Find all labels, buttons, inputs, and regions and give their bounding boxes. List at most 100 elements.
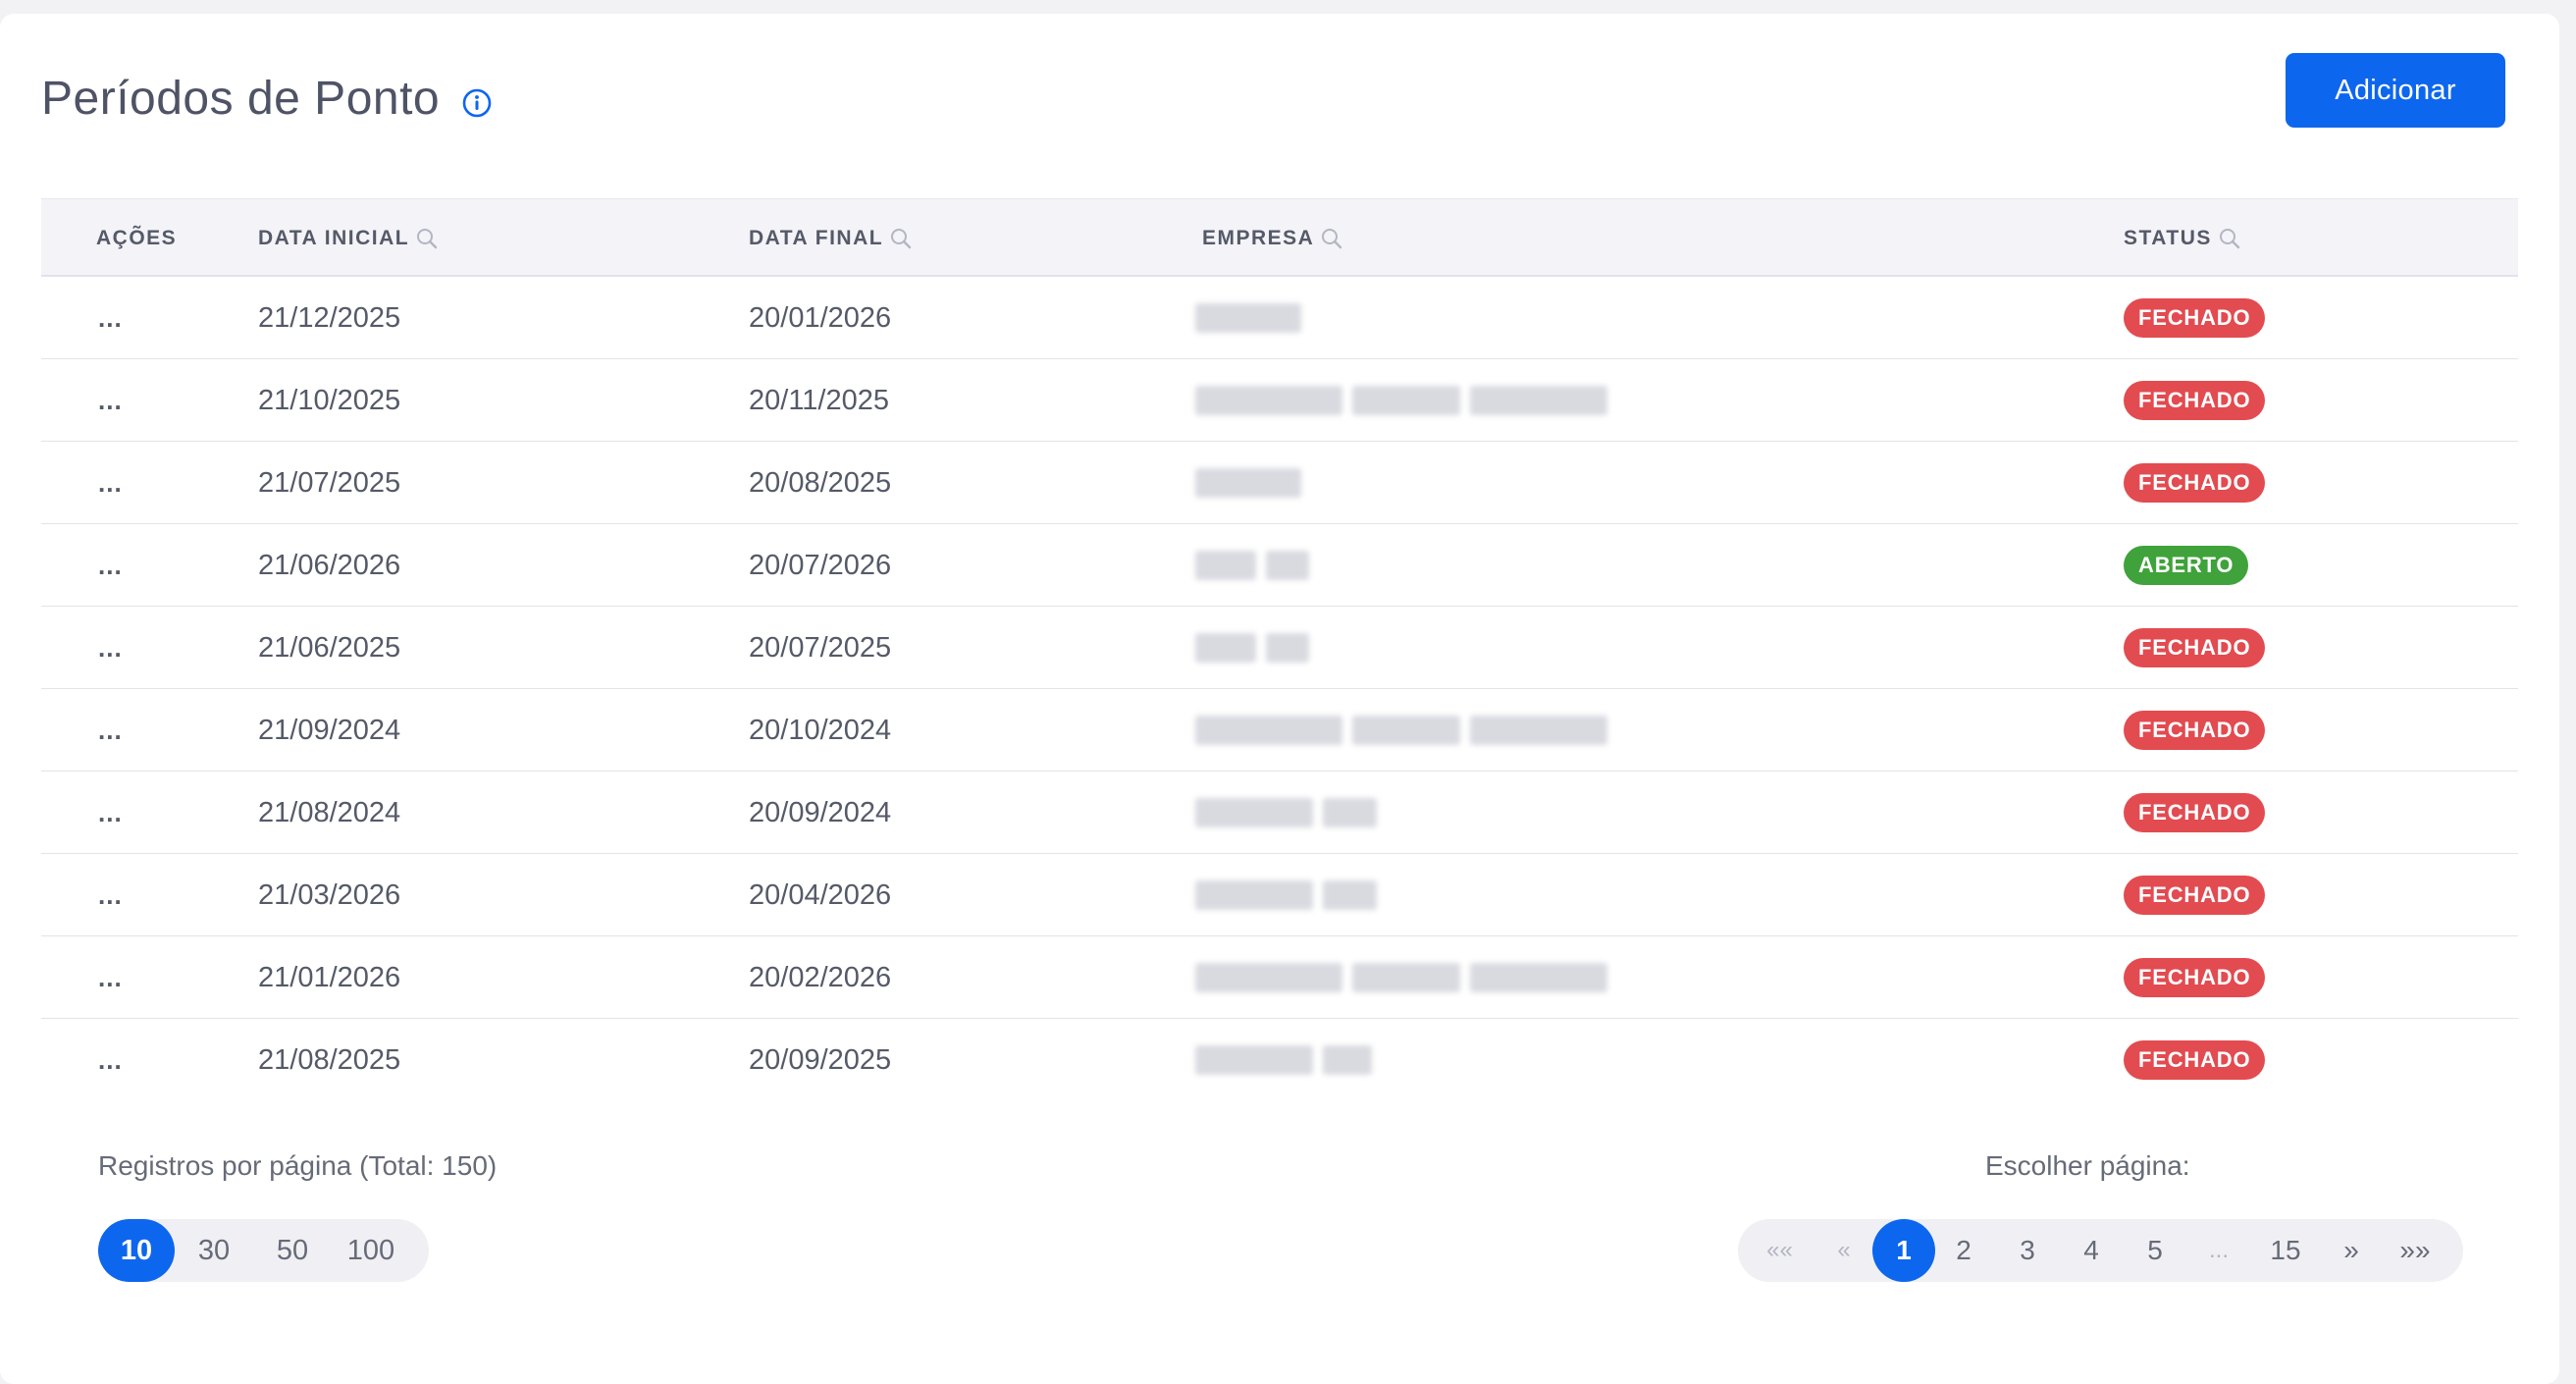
table-row[interactable]: ... 21/07/2025 20/08/2025 FECHADO (41, 442, 2518, 524)
start-date-cell: 21/03/2026 (258, 878, 401, 911)
per-page-option-30[interactable]: 30 (175, 1219, 253, 1282)
start-date-cell: 21/10/2025 (258, 384, 401, 416)
more-icon[interactable]: ... (98, 303, 123, 334)
column-label: DATA FINAL (749, 227, 884, 249)
end-date-cell: 20/02/2026 (749, 961, 892, 993)
column-header-end-date[interactable]: DATA FINAL (749, 199, 913, 278)
per-page-option-10[interactable]: 10 (98, 1219, 175, 1282)
start-date-cell: 21/08/2025 (258, 1043, 401, 1076)
table-row[interactable]: ... 21/06/2026 20/07/2026 ABERTO (41, 524, 2518, 607)
table-header: AÇÕES DATA INICIAL DATA FINAL EMPRESA ST… (41, 198, 2518, 277)
last-page-button[interactable]: »» (2391, 1219, 2440, 1282)
status-cell: FECHADO (2124, 442, 2266, 524)
end-date-cell: 20/10/2024 (749, 714, 892, 746)
page-button-1[interactable]: 1 (1872, 1219, 1935, 1282)
table-body: ... 21/12/2025 20/01/2026 FECHADO ... 21… (41, 277, 2518, 1101)
page-button-2[interactable]: 2 (1944, 1219, 1983, 1282)
page-button-3[interactable]: 3 (2008, 1219, 2047, 1282)
search-icon[interactable] (1320, 227, 1343, 250)
table-row[interactable]: ... 21/10/2025 20/11/2025 FECHADO (41, 359, 2518, 442)
page-button-15[interactable]: 15 (2258, 1219, 2313, 1282)
table-row[interactable]: ... 21/06/2025 20/07/2025 FECHADO (41, 607, 2518, 689)
status-badge: FECHADO (2124, 1040, 2266, 1080)
company-cell-redacted (1195, 854, 1377, 936)
first-page-button[interactable]: «« (1758, 1219, 1802, 1282)
status-badge: FECHADO (2124, 628, 2266, 667)
row-actions-button[interactable]: ... (98, 359, 123, 442)
status-cell: FECHADO (2124, 359, 2266, 442)
table-row[interactable]: ... 21/01/2026 20/02/2026 FECHADO (41, 936, 2518, 1019)
company-cell-redacted (1195, 442, 1301, 524)
search-icon[interactable] (889, 227, 913, 250)
row-actions-button[interactable]: ... (98, 277, 123, 359)
page-button-5[interactable]: 5 (2135, 1219, 2175, 1282)
table-row[interactable]: ... 21/09/2024 20/10/2024 FECHADO (41, 689, 2518, 772)
more-icon[interactable]: ... (98, 386, 123, 416)
more-icon[interactable]: ... (98, 880, 123, 911)
next-page-button[interactable]: » (2332, 1219, 2371, 1282)
start-date-cell: 21/06/2025 (258, 631, 401, 664)
per-page-option-50[interactable]: 50 (253, 1219, 332, 1282)
page-ellipsis: ... (2208, 1237, 2229, 1263)
status-cell: FECHADO (2124, 607, 2266, 689)
row-actions-button[interactable]: ... (98, 689, 123, 772)
row-actions-button[interactable]: ... (98, 936, 123, 1019)
column-header-start-date[interactable]: DATA INICIAL (258, 199, 439, 278)
table-row[interactable]: ... 21/08/2025 20/09/2025 FECHADO (41, 1019, 2518, 1101)
more-icon[interactable]: ... (98, 1045, 123, 1076)
table-row[interactable]: ... 21/03/2026 20/04/2026 FECHADO (41, 854, 2518, 936)
company-cell-redacted (1195, 359, 1607, 442)
status-cell: FECHADO (2124, 689, 2266, 772)
table-row[interactable]: ... 21/08/2024 20/09/2024 FECHADO (41, 772, 2518, 854)
more-icon[interactable]: ... (98, 963, 123, 993)
end-date-cell: 20/09/2025 (749, 1043, 892, 1076)
more-icon[interactable]: ... (98, 798, 123, 828)
end-date-cell: 20/01/2026 (749, 301, 892, 334)
row-actions-button[interactable]: ... (98, 607, 123, 689)
pagination: «« « 1 2 3 4 5 ... 15 » »» (1738, 1219, 2463, 1282)
company-cell-redacted (1195, 689, 1607, 772)
row-actions-button[interactable]: ... (98, 772, 123, 854)
column-label: EMPRESA (1202, 227, 1315, 249)
end-date-cell: 20/07/2026 (749, 549, 892, 581)
company-cell-redacted (1195, 936, 1607, 1019)
column-label: DATA INICIAL (258, 227, 410, 249)
start-date-cell: 21/12/2025 (258, 301, 401, 334)
start-date-cell: 21/06/2026 (258, 549, 401, 581)
per-page-selector: 10 30 50 100 (98, 1219, 429, 1282)
status-cell: ABERTO (2124, 524, 2249, 607)
row-actions-button[interactable]: ... (98, 524, 123, 607)
start-date-cell: 21/09/2024 (258, 714, 401, 746)
table-row[interactable]: ... 21/12/2025 20/01/2026 FECHADO (41, 277, 2518, 359)
status-badge: ABERTO (2124, 546, 2249, 585)
column-label: STATUS (2124, 227, 2212, 249)
main-card: Períodos de Ponto Adicionar AÇÕES DATA I… (0, 14, 2559, 1384)
status-badge: FECHADO (2124, 298, 2266, 338)
more-icon[interactable]: ... (98, 716, 123, 746)
more-icon[interactable]: ... (98, 468, 123, 499)
end-date-cell: 20/11/2025 (749, 384, 889, 416)
page-title: Períodos de Ponto (41, 72, 441, 125)
row-actions-button[interactable]: ... (98, 442, 123, 524)
search-icon[interactable] (2218, 227, 2241, 250)
info-icon[interactable] (461, 87, 493, 119)
start-date-cell: 21/08/2024 (258, 796, 401, 828)
status-cell: FECHADO (2124, 772, 2266, 854)
more-icon[interactable]: ... (98, 551, 123, 581)
status-cell: FECHADO (2124, 854, 2266, 936)
status-badge: FECHADO (2124, 876, 2266, 915)
per-page-option-100[interactable]: 100 (332, 1219, 410, 1282)
end-date-cell: 20/07/2025 (749, 631, 892, 664)
row-actions-button[interactable]: ... (98, 1019, 123, 1101)
status-badge: FECHADO (2124, 711, 2266, 750)
column-header-company[interactable]: EMPRESA (1202, 199, 1343, 278)
previous-page-button[interactable]: « (1824, 1219, 1864, 1282)
row-actions-button[interactable]: ... (98, 854, 123, 936)
choose-page-label: Escolher página: (1985, 1150, 2190, 1181)
page-button-4[interactable]: 4 (2072, 1219, 2111, 1282)
periods-table: AÇÕES DATA INICIAL DATA FINAL EMPRESA ST… (41, 198, 2518, 1101)
add-button[interactable]: Adicionar (2286, 53, 2505, 128)
column-header-status[interactable]: STATUS (2124, 199, 2241, 278)
more-icon[interactable]: ... (98, 633, 123, 664)
search-icon[interactable] (415, 227, 439, 250)
